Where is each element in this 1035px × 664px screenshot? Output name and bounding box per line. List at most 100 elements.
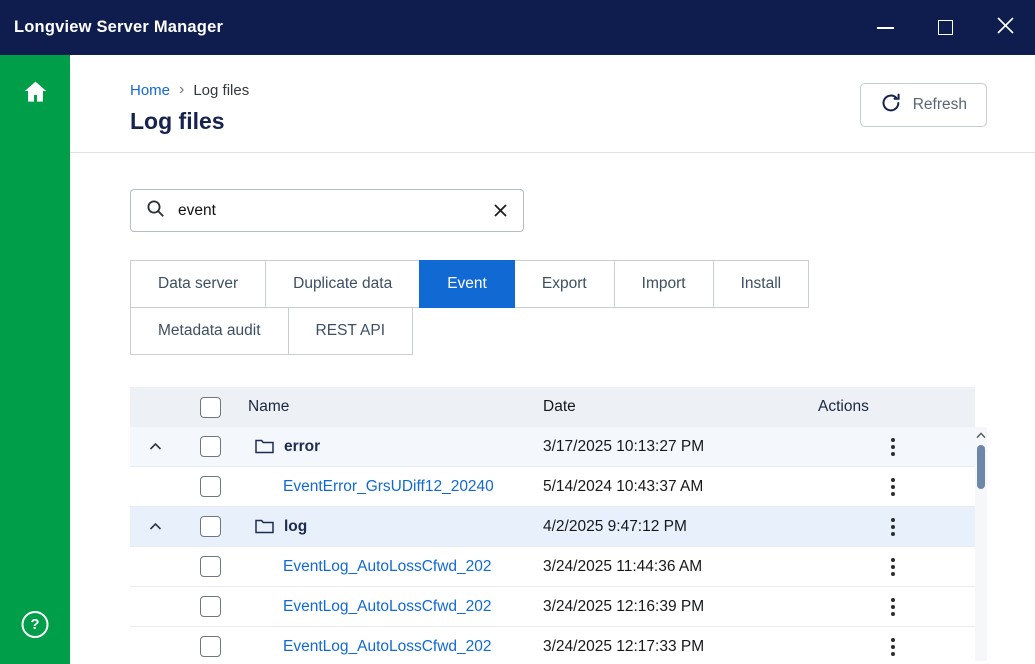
row-checkbox[interactable] (200, 516, 221, 537)
clear-search-icon[interactable] (493, 203, 508, 218)
row-actions-menu-icon[interactable] (887, 514, 899, 540)
tab-row: Data serverDuplicate dataEventExportImpo… (130, 260, 1035, 308)
help-button[interactable]: ? (22, 611, 49, 638)
log-file-link[interactable]: EventError_GrsUDiff12_20240 (240, 478, 494, 496)
table-row: EventError_GrsUDiff12_20240 5/14/2024 10:… (130, 467, 975, 507)
checkbox-cell (180, 587, 240, 626)
row-actions-menu-icon[interactable] (887, 474, 899, 500)
minimize-icon (877, 27, 894, 29)
row-actions-menu-icon[interactable] (887, 634, 899, 660)
name-cell: EventLog_AutoLossCfwd_202 (240, 587, 535, 626)
close-button[interactable] (975, 0, 1035, 55)
actions-cell (810, 587, 975, 626)
row-checkbox[interactable] (200, 636, 221, 657)
page-header: Home › Log files Log files Refresh (70, 55, 1035, 153)
log-file-link[interactable]: EventLog_AutoLossCfwd_202 (240, 638, 492, 656)
window-title: Longview Server Manager (14, 18, 223, 37)
expand-cell (130, 507, 180, 546)
search-icon (146, 199, 165, 223)
row-checkbox[interactable] (200, 436, 221, 457)
actions-cell (810, 507, 975, 546)
table-row: EventLog_AutoLossCfwd_202 3/24/2025 11:44… (130, 547, 975, 587)
actions-cell (810, 547, 975, 586)
tab-export[interactable]: Export (514, 260, 615, 308)
home-icon (22, 78, 49, 110)
folder-name: log (284, 518, 307, 536)
tab-row: Metadata auditREST API (130, 307, 1035, 355)
name-cell: EventError_GrsUDiff12_20240 (240, 467, 535, 506)
expand-cell (130, 627, 180, 664)
breadcrumb: Home › Log files (130, 81, 249, 99)
scrollbar-thumb[interactable] (977, 445, 985, 489)
expand-cell (130, 547, 180, 586)
expand-cell (130, 587, 180, 626)
row-actions-menu-icon[interactable] (887, 434, 899, 460)
breadcrumb-home-link[interactable]: Home (130, 82, 170, 99)
date-cell: 4/2/2025 9:47:12 PM (535, 507, 810, 546)
help-label: ? (30, 616, 39, 633)
actions-cell (810, 427, 975, 466)
table-row: EventLog_AutoLossCfwd_202 3/24/2025 12:17… (130, 627, 975, 664)
refresh-label: Refresh (913, 96, 967, 114)
date-cell: 5/14/2024 10:43:37 AM (535, 467, 810, 506)
row-checkbox[interactable] (200, 556, 221, 577)
breadcrumb-current: Log files (193, 82, 249, 99)
log-file-link[interactable]: EventLog_AutoLossCfwd_202 (240, 558, 492, 576)
column-header-date: Date (535, 387, 810, 427)
table-row: error3/17/2025 10:13:27 PM (130, 427, 975, 467)
checkbox-cell (180, 627, 240, 664)
scroll-up-icon[interactable] (976, 432, 986, 439)
maximize-icon (938, 20, 953, 35)
row-actions-menu-icon[interactable] (887, 554, 899, 580)
checkbox-cell (180, 467, 240, 506)
maximize-button[interactable] (915, 0, 975, 55)
chevron-up-icon[interactable] (149, 522, 162, 531)
date-cell: 3/24/2025 12:17:33 PM (535, 627, 810, 664)
date-cell: 3/24/2025 11:44:36 AM (535, 547, 810, 586)
folder-icon (255, 519, 274, 534)
refresh-icon (880, 92, 902, 119)
select-all-checkbox[interactable] (200, 397, 221, 418)
log-file-link[interactable]: EventLog_AutoLossCfwd_202 (240, 598, 492, 616)
log-type-tabs: Data serverDuplicate dataEventExportImpo… (130, 260, 1035, 355)
tab-metadata-audit[interactable]: Metadata audit (130, 307, 289, 355)
row-checkbox[interactable] (200, 476, 221, 497)
tab-data-server[interactable]: Data server (130, 260, 266, 308)
date-cell: 3/24/2025 12:16:39 PM (535, 587, 810, 626)
name-cell: log (240, 507, 535, 546)
expand-column-header (130, 387, 180, 427)
page-title: Log files (130, 108, 249, 135)
column-header-actions: Actions (810, 387, 975, 427)
content: Home › Log files Log files Refresh (70, 55, 1035, 664)
table-row: EventLog_AutoLossCfwd_202 3/24/2025 12:16… (130, 587, 975, 627)
table-scrollbar[interactable] (975, 427, 987, 661)
name-cell: EventLog_AutoLossCfwd_202 (240, 547, 535, 586)
column-header-name: Name (240, 387, 535, 427)
name-cell: EventLog_AutoLossCfwd_202 (240, 627, 535, 664)
close-icon (995, 15, 1016, 41)
checkbox-cell (180, 507, 240, 546)
row-checkbox[interactable] (200, 596, 221, 617)
log-files-table: Name Date Actions error3/17/2025 10:13:2… (130, 387, 1035, 664)
minimize-button[interactable] (855, 0, 915, 55)
tab-rest-api[interactable]: REST API (288, 307, 414, 355)
tab-install[interactable]: Install (713, 260, 810, 308)
tab-event[interactable]: Event (419, 260, 515, 308)
sidebar-item-home[interactable] (20, 79, 50, 109)
search-box (130, 189, 524, 232)
row-actions-menu-icon[interactable] (887, 594, 899, 620)
expand-cell (130, 467, 180, 506)
tab-duplicate-data[interactable]: Duplicate data (265, 260, 420, 308)
refresh-button[interactable]: Refresh (860, 83, 987, 127)
checkbox-cell (180, 547, 240, 586)
name-cell: error (240, 427, 535, 466)
search-input[interactable] (178, 202, 480, 220)
tab-import[interactable]: Import (614, 260, 714, 308)
titlebar: Longview Server Manager (0, 0, 1035, 55)
folder-name: error (284, 438, 320, 456)
actions-cell (810, 467, 975, 506)
table-row: log 4/2/2025 9:47:12 PM (130, 507, 975, 547)
select-all-cell (180, 387, 240, 427)
checkbox-cell (180, 427, 240, 466)
chevron-up-icon[interactable] (149, 442, 162, 451)
